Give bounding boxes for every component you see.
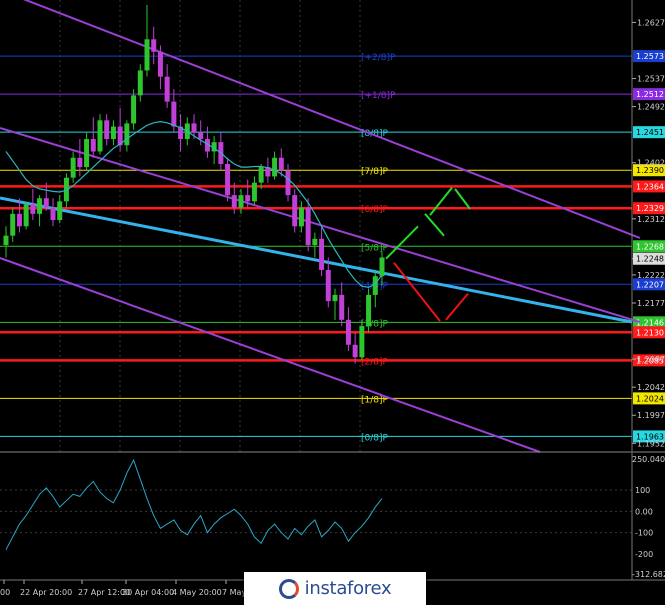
candle-body: [352, 344, 358, 358]
candle-body: [43, 198, 49, 208]
candle-body: [238, 195, 244, 208]
current-price-text: 1.2248: [636, 255, 664, 264]
indicator-bg: [0, 453, 632, 580]
candle-body: [231, 195, 237, 208]
cci-bottom-label: -312.682: [632, 570, 665, 579]
murray-price-text: 1.2268: [636, 242, 664, 251]
murray-label: [6/8]P: [361, 205, 389, 215]
candle-body: [164, 76, 170, 102]
murray-label: [2/8]P: [361, 357, 389, 367]
price-tick-label: 1.2537: [637, 75, 665, 84]
candle-body: [157, 51, 163, 77]
murray-label: [+1/8]P: [361, 91, 396, 101]
candle-body: [137, 70, 143, 96]
price-tick-label: 1.2402: [637, 159, 665, 168]
candle-body: [325, 269, 331, 302]
candle-body: [77, 157, 83, 168]
price-tick-label: 1.2222: [637, 271, 665, 280]
price-tick-label: 1.2492: [637, 103, 665, 112]
candle-body: [3, 235, 9, 246]
candle-body: [372, 276, 378, 295]
price-tick-label: 1.2312: [637, 215, 665, 224]
instaforex-logo-text: instaforex: [304, 578, 392, 599]
candle-body: [332, 294, 338, 302]
candle-body: [339, 294, 345, 320]
cci-tick-label: -200: [635, 550, 653, 559]
candle-body: [23, 204, 29, 227]
price-tick-label: 1.2042: [637, 383, 665, 392]
cci-tick-label: -100: [635, 529, 653, 538]
price-chart: [+2/8]P1.2573[+1/8]P1.2512[8/8]P1.2451[7…: [0, 0, 665, 605]
time-tick-label: 30 Apr 04:00: [122, 588, 174, 597]
time-tick-label: 22 Apr 20:00: [20, 588, 72, 597]
candle-body: [251, 182, 257, 202]
murray-price-text: 1.2512: [636, 90, 664, 99]
candle-body: [312, 238, 318, 246]
cci-tick-label: 0.00: [635, 507, 653, 516]
candle-body: [10, 213, 16, 236]
time-tick-label: 00: [0, 588, 10, 597]
murray-price-text: 1.2146: [636, 318, 664, 327]
candle-body: [131, 95, 137, 124]
murray-price-text: 1.2207: [636, 280, 664, 289]
instaforex-logo-icon: [278, 578, 299, 599]
candle-body: [171, 101, 177, 127]
instaforex-logo: instaforex: [244, 572, 426, 605]
candle-body: [258, 167, 264, 183]
price-tick-label: 1.1952: [637, 439, 665, 448]
cci-top-label: 250.0403: [632, 455, 665, 464]
candle-body: [16, 213, 22, 227]
candle-body: [198, 132, 204, 140]
murray-label: [0/8]P: [361, 433, 389, 443]
candle-body: [84, 139, 90, 168]
time-tick-label: 4 May 20:00: [172, 588, 222, 597]
candle-body: [319, 238, 325, 270]
murray-label: [7/8]P: [361, 167, 389, 177]
time-tick-label: 7 May: [222, 588, 246, 597]
murray-price-text: 1.2364: [636, 182, 664, 191]
price-tick-label: 1.2627: [637, 18, 665, 27]
candle-body: [305, 207, 311, 246]
murray-price-text: 1.2329: [636, 204, 664, 213]
candle-body: [57, 201, 63, 221]
candle-body: [298, 207, 304, 227]
candle-body: [151, 39, 157, 52]
candle-body: [285, 170, 291, 196]
candle-body: [359, 326, 365, 358]
murray-price-text: 1.2130: [636, 328, 664, 337]
murray-price-text: 1.2573: [636, 52, 664, 61]
cci-indicator: 250.0403 100 0.00 -100 -200 -312.682: [0, 451, 665, 580]
candle-body: [90, 139, 96, 152]
price-tick-label: 1.1997: [637, 411, 665, 420]
candle-body: [97, 120, 103, 152]
candle-body: [144, 39, 150, 71]
candle-body: [245, 195, 251, 202]
candle-body: [225, 163, 231, 196]
candle-body: [50, 207, 56, 221]
candle-body: [292, 195, 298, 227]
cci-tick-label: 100: [635, 486, 650, 495]
candle-body: [30, 204, 36, 214]
candle-body: [191, 123, 197, 133]
murray-price-text: 1.2024: [636, 394, 664, 403]
candle-body: [124, 123, 130, 146]
candle-body: [104, 120, 110, 140]
price-tick-label: 1.2177: [637, 299, 665, 308]
candle-body: [272, 157, 278, 177]
candle-body: [110, 126, 116, 140]
candle-body: [37, 198, 43, 214]
price-tick-label: 1.2087: [637, 355, 665, 364]
murray-price-text: 1.2451: [636, 128, 664, 137]
candle-body: [70, 157, 76, 178]
candle-body: [278, 157, 284, 171]
candle-body: [345, 319, 351, 345]
murray-label: [3/8]P: [361, 319, 389, 329]
candle-body: [366, 294, 372, 327]
murray-label: [+2/8]P: [361, 53, 396, 63]
candle-body: [379, 257, 385, 277]
